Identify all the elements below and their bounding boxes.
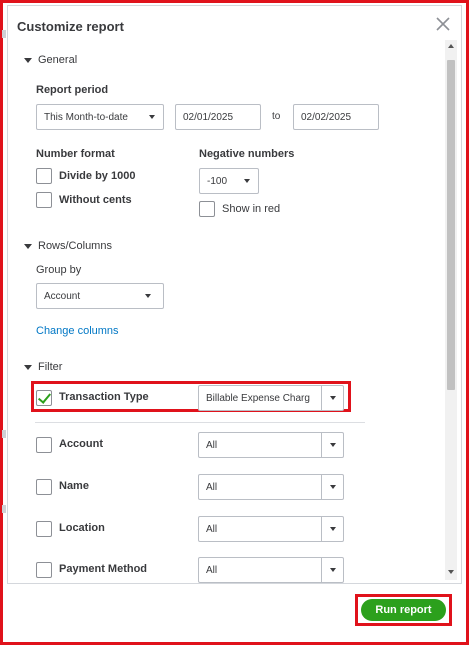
chevron-down-icon: [244, 179, 250, 183]
run-report-button[interactable]: Run report: [361, 599, 446, 621]
to-date-input[interactable]: 02/02/2025: [293, 104, 379, 130]
to-date-value: 02/02/2025: [301, 111, 352, 123]
dialog-title: Customize report: [17, 19, 124, 34]
divide-by-1000-label: Divide by 1000: [59, 170, 136, 182]
without-cents-checkbox[interactable]: Without cents: [36, 192, 132, 208]
transaction-type-checkbox[interactable]: [36, 390, 52, 406]
show-in-red-checkbox[interactable]: Show in red: [199, 201, 280, 217]
negative-numbers-label: Negative numbers: [199, 148, 295, 160]
group-by-value: Account: [44, 290, 81, 302]
checkbox-box[interactable]: [199, 201, 215, 217]
filter-label: Account: [59, 438, 103, 450]
without-cents-label: Without cents: [59, 194, 132, 206]
section-rows-columns-toggle[interactable]: Rows/Columns: [24, 240, 112, 252]
from-date-input[interactable]: 02/01/2025: [175, 104, 261, 130]
chevron-down-icon: [329, 443, 336, 447]
divide-by-1000-checkbox[interactable]: Divide by 1000: [36, 168, 135, 184]
filter-row-account: Account All: [36, 432, 366, 458]
filter-value: All: [206, 564, 218, 576]
section-filter-toggle[interactable]: Filter: [24, 361, 62, 373]
scrollbar-thumb[interactable]: [447, 60, 455, 390]
customize-report-dialog: [7, 5, 462, 639]
chevron-down-icon: [329, 527, 336, 531]
report-period-value: This Month-to-date: [44, 111, 128, 123]
close-icon[interactable]: [434, 15, 452, 33]
background-edge: [2, 430, 6, 438]
filter-value: Billable Expense Charg: [206, 392, 310, 404]
report-period-select[interactable]: This Month-to-date: [36, 104, 164, 130]
account-select[interactable]: All: [198, 432, 344, 458]
filter-row-payment-method: Payment Method All: [36, 557, 366, 583]
negative-numbers-value: -100: [207, 175, 228, 187]
filter-row-transaction-type: Transaction Type Billable Expense Charg: [36, 385, 366, 411]
chevron-down-icon: [329, 396, 336, 400]
filter-row-location: Location All: [36, 516, 366, 542]
filter-label: Payment Method: [59, 563, 148, 575]
report-period-label: Report period: [36, 84, 109, 96]
name-checkbox[interactable]: [36, 479, 52, 495]
chevron-down-icon: [329, 568, 336, 572]
group-by-label: Group by: [36, 264, 82, 276]
filter-label: Transaction Type: [59, 391, 149, 403]
scroll-up-icon[interactable]: [448, 44, 454, 48]
background-edge: [2, 505, 6, 513]
section-rows-columns-label: Rows/Columns: [38, 240, 112, 252]
change-columns-link[interactable]: Change columns: [36, 325, 119, 337]
collapse-triangle-icon: [24, 57, 32, 63]
filter-label: Name: [59, 480, 89, 492]
chevron-down-icon: [329, 485, 336, 489]
location-checkbox[interactable]: [36, 521, 52, 537]
from-date-value: 02/01/2025: [183, 111, 234, 123]
filter-value: All: [206, 481, 218, 493]
chevron-down-icon: [149, 115, 155, 119]
scroll-down-icon[interactable]: [448, 570, 454, 574]
chevron-down-icon: [145, 294, 151, 298]
background-edge: [2, 30, 6, 38]
location-select[interactable]: All: [198, 516, 344, 542]
filter-value: All: [206, 523, 218, 535]
negative-numbers-select[interactable]: -100: [199, 168, 259, 194]
number-format-label: Number format: [36, 148, 115, 160]
transaction-type-select[interactable]: Billable Expense Charg: [198, 385, 344, 411]
name-select[interactable]: All: [198, 474, 344, 500]
checkbox-box[interactable]: [36, 192, 52, 208]
payment-method-checkbox[interactable]: [36, 562, 52, 578]
filter-label: Location: [59, 522, 105, 534]
filter-value: All: [206, 439, 218, 451]
payment-method-select[interactable]: All: [198, 557, 344, 583]
section-general-toggle[interactable]: General: [24, 54, 77, 66]
account-checkbox[interactable]: [36, 437, 52, 453]
dialog-scrollbar[interactable]: [445, 40, 457, 580]
to-label: to: [272, 111, 281, 122]
collapse-triangle-icon: [24, 243, 32, 249]
section-general-label: General: [38, 54, 78, 66]
show-in-red-label: Show in red: [222, 203, 281, 215]
group-by-select[interactable]: Account: [36, 283, 164, 309]
filter-row-name: Name All: [36, 474, 366, 500]
checkbox-box[interactable]: [36, 168, 52, 184]
section-filter-label: Filter: [38, 361, 63, 373]
collapse-triangle-icon: [24, 364, 32, 370]
filter-divider: [35, 422, 365, 423]
